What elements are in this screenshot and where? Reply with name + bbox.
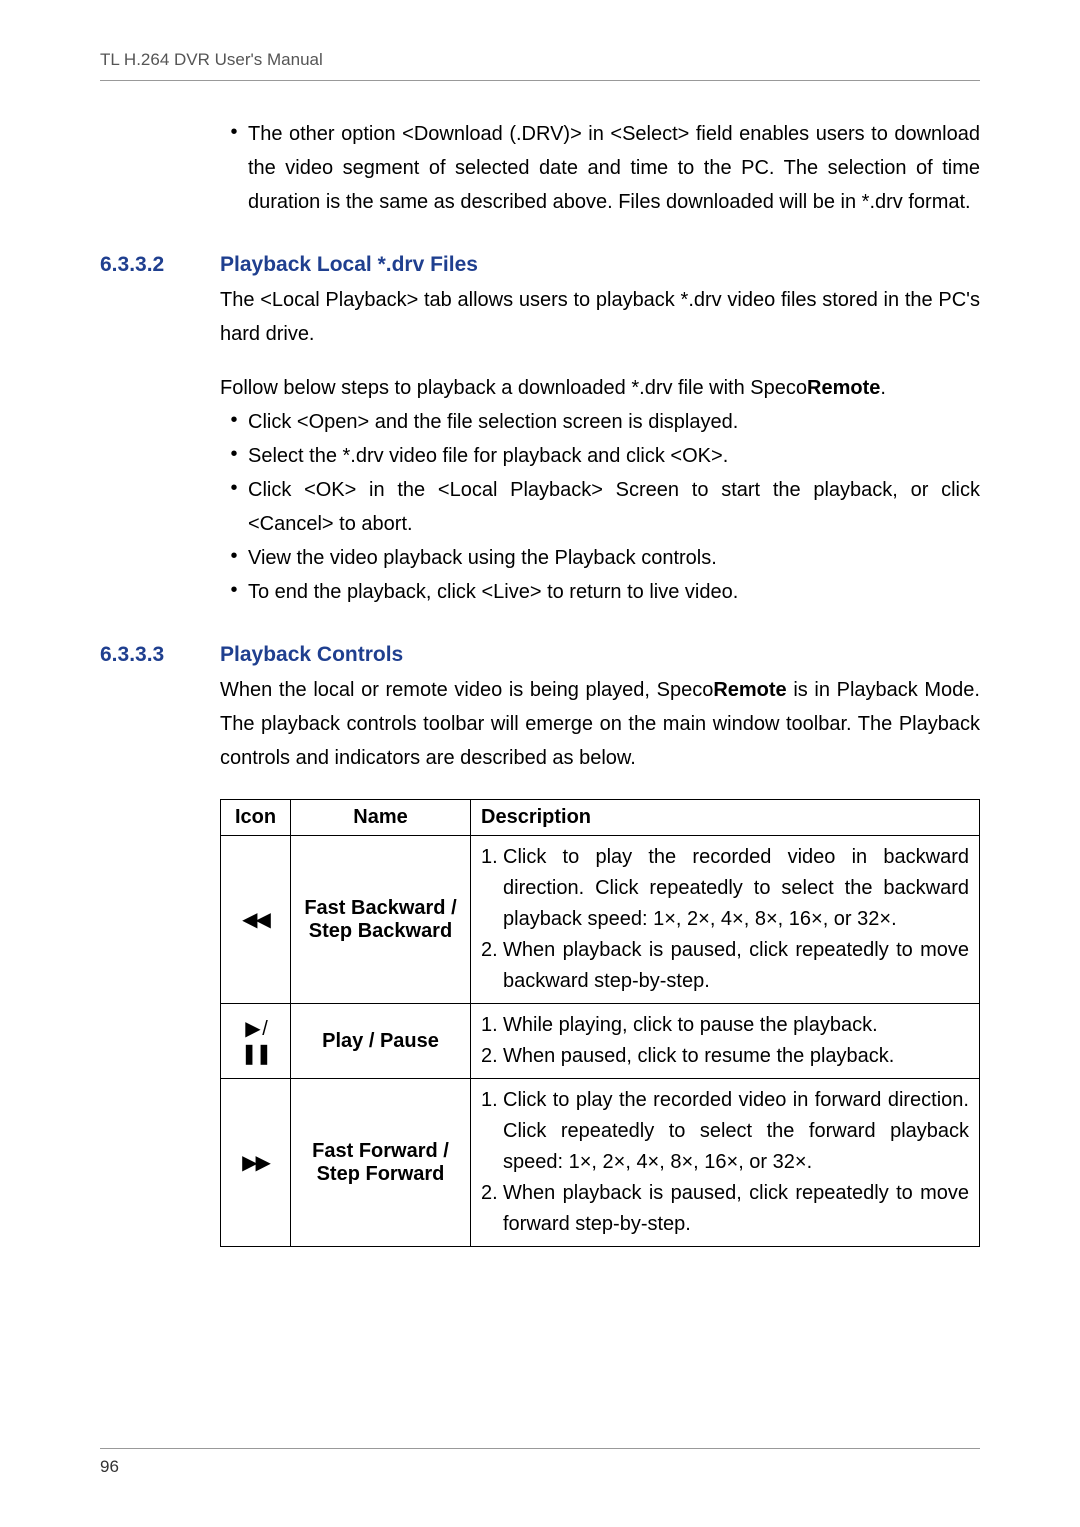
list-number: 2. xyxy=(481,1041,503,1072)
section-heading-6-3-3-3: 6.3.3.3 Playback Controls xyxy=(100,643,980,667)
control-name: Fast Backward / Step Backward xyxy=(291,836,471,1004)
list-item: • To end the playback, click <Live> to r… xyxy=(220,575,980,609)
desc-text: When playback is paused, click repeatedl… xyxy=(503,1178,969,1240)
control-description: 1.Click to play the recorded video in ba… xyxy=(471,836,980,1004)
list-number: 2. xyxy=(481,935,503,997)
bullet-icon: • xyxy=(220,405,248,436)
table-row: ◀◀ Fast Backward / Step Backward 1.Click… xyxy=(221,836,980,1004)
step-text: Select the *.drv video file for playback… xyxy=(248,439,980,473)
col-desc-header: Description xyxy=(471,800,980,836)
page: TL H.264 DVR User's Manual • The other o… xyxy=(0,0,1080,1527)
drv-download-text: The other option <Download (.DRV)> in <S… xyxy=(248,117,980,219)
bullet-icon: • xyxy=(220,117,248,148)
list-item: • View the video playback using the Play… xyxy=(220,541,980,575)
list-number: 1. xyxy=(481,1010,503,1041)
page-footer: 96 xyxy=(100,1448,980,1477)
list-item: • Select the *.drv video file for playba… xyxy=(220,439,980,473)
list-number: 1. xyxy=(481,1085,503,1178)
table-row: ▶▶ Fast Forward / Step Forward 1.Click t… xyxy=(221,1079,980,1247)
list-item: • Click <OK> in the <Local Playback> Scr… xyxy=(220,473,980,541)
list-item: • Click <Open> and the file selection sc… xyxy=(220,405,980,439)
col-name-header: Name xyxy=(291,800,471,836)
remote-bold: Remote xyxy=(807,377,880,399)
bullet-icon: • xyxy=(220,473,248,504)
step-text: View the video playback using the Playba… xyxy=(248,541,980,575)
col-icon-header: Icon xyxy=(221,800,291,836)
step-text: To end the playback, click <Live> to ret… xyxy=(248,575,980,609)
follow-steps-post: . xyxy=(880,377,886,399)
section-number: 6.3.3.3 xyxy=(100,643,220,667)
bullet-icon: • xyxy=(220,439,248,470)
desc-text: When playback is paused, click repeatedl… xyxy=(503,935,969,997)
control-description: 1.Click to play the recorded video in fo… xyxy=(471,1079,980,1247)
header-title: TL H.264 DVR User's Manual xyxy=(100,50,980,81)
table-header-row: Icon Name Description xyxy=(221,800,980,836)
section-title: Playback Local *.drv Files xyxy=(220,253,478,277)
section-6332-body: The <Local Playback> tab allows users to… xyxy=(220,283,980,405)
follow-steps-pre: Follow below steps to playback a downloa… xyxy=(220,377,807,399)
drv-download-bullet: • The other option <Download (.DRV)> in … xyxy=(220,117,980,219)
control-description: 1.While playing, click to pause the play… xyxy=(471,1004,980,1079)
playback-controls-intro: When the local or remote video is being … xyxy=(220,673,980,775)
control-name: Fast Forward / Step Forward xyxy=(291,1079,471,1247)
section-title: Playback Controls xyxy=(220,643,403,667)
bullet-icon: • xyxy=(220,575,248,606)
playback-controls-table: Icon Name Description ◀◀ Fast Backward /… xyxy=(220,799,980,1247)
fast-forward-icon: ▶▶ xyxy=(242,1152,269,1174)
local-playback-intro: The <Local Playback> tab allows users to… xyxy=(220,283,980,351)
step-text: Click <OK> in the <Local Playback> Scree… xyxy=(248,473,980,541)
fast-backward-icon: ◀◀ xyxy=(242,909,269,931)
desc-text: Click to play the recorded video in forw… xyxy=(503,1085,969,1178)
remote-bold: Remote xyxy=(713,679,786,701)
steps-list: • Click <Open> and the file selection sc… xyxy=(220,405,980,609)
desc-text: Click to play the recorded video in back… xyxy=(503,842,969,935)
section-heading-6-3-3-2: 6.3.3.2 Playback Local *.drv Files xyxy=(100,253,980,277)
step-text: Click <Open> and the file selection scre… xyxy=(248,405,980,439)
desc-text: When paused, click to resume the playbac… xyxy=(503,1041,969,1072)
section-6333-body: When the local or remote video is being … xyxy=(220,673,980,1247)
play-pause-icon: ▶ / ❚❚ xyxy=(241,1018,271,1065)
bullet-icon: • xyxy=(220,541,248,572)
table-row: ▶ / ❚❚ Play / Pause 1.While playing, cli… xyxy=(221,1004,980,1079)
desc-text: While playing, click to pause the playba… xyxy=(503,1010,969,1041)
page-number: 96 xyxy=(100,1457,119,1476)
list-number: 1. xyxy=(481,842,503,935)
control-name: Play / Pause xyxy=(291,1004,471,1079)
intro-pre: When the local or remote video is being … xyxy=(220,679,713,701)
follow-steps-text: Follow below steps to playback a downloa… xyxy=(220,371,980,405)
section-number: 6.3.3.2 xyxy=(100,253,220,277)
list-number: 2. xyxy=(481,1178,503,1240)
